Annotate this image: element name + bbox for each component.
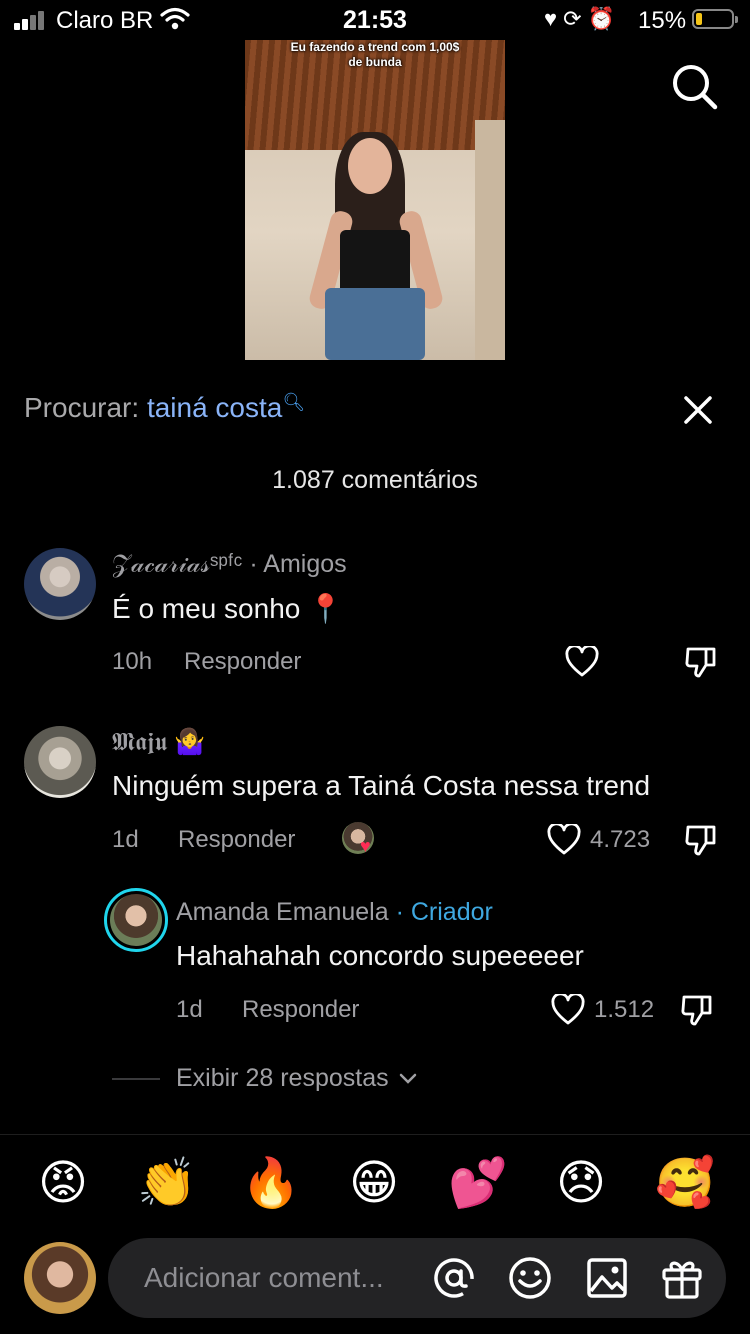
avatar[interactable]	[24, 726, 96, 798]
comment-text: Ninguém supera a Tainá Costa nessa trend	[112, 770, 651, 801]
comment-author-tag: · Amigos	[249, 550, 347, 578]
like-count: 4.723	[590, 826, 651, 853]
creator-liked-badge: ♥	[342, 822, 382, 858]
comment-author-name[interactable]: Amanda Emanuela	[176, 898, 389, 926]
chevron-down-icon	[399, 1074, 416, 1085]
view-replies-line	[112, 1078, 160, 1080]
emoji-fire[interactable]: 🔥	[239, 1152, 303, 1216]
comment-time: 1d	[176, 996, 203, 1023]
dislike-icon[interactable]	[680, 993, 714, 1027]
emoji-angry[interactable]: 😡	[31, 1152, 95, 1216]
rotation-lock-icon: ⟳	[563, 6, 588, 31]
reply-button[interactable]: Responder	[178, 826, 295, 854]
emoji-love[interactable]: 🥰	[653, 1152, 717, 1216]
heart-status-icon: ♥	[544, 6, 564, 31]
emoji-bar: 😡 👏 🔥 😁 💕 😞 🥰	[0, 1152, 750, 1216]
reply-button[interactable]: Responder	[184, 648, 301, 676]
search-prefix: Procurar:	[24, 392, 140, 423]
creator-tag: · Criador	[395, 898, 493, 926]
comment-author-name[interactable]: 𝕸𝖆𝖏𝖚 🤷‍♀️	[112, 728, 205, 756]
emoji-sad[interactable]: 😞	[549, 1152, 613, 1216]
reply-button[interactable]: Responder	[242, 996, 359, 1024]
creator-avatar-ring[interactable]	[104, 888, 168, 952]
view-replies-button[interactable]: Exibir 28 respostas	[176, 1064, 418, 1093]
heart-icon[interactable]	[565, 646, 599, 678]
heart-badge-icon: ♥	[360, 836, 371, 856]
avatar[interactable]	[24, 548, 96, 620]
view-replies-label: Exibir 28 respostas	[176, 1064, 389, 1092]
search-suggestion[interactable]: Procurar: tainá costa🔍︎	[24, 392, 305, 424]
video-caption-line1: Eu fazendo a trend com 1,00$	[290, 40, 460, 54]
heart-icon[interactable]	[547, 824, 581, 856]
comment-text: É o meu sonho 📍	[112, 593, 343, 624]
comment-text: Hahahahah concordo supeeeeer	[176, 940, 584, 971]
alarm-icon: ⏰	[587, 6, 621, 31]
heart-icon[interactable]	[551, 994, 585, 1026]
battery-percent: 15%	[638, 7, 687, 34]
user-avatar	[24, 1242, 96, 1314]
comment-author[interactable]: 𝒵𝒶𝒸𝒶𝓇𝒾𝒶𝓈ˢᵖᶠᶜ · Amigos	[112, 550, 347, 579]
status-icons: ♥⟳⏰	[544, 6, 621, 32]
video-caption-line2: de bunda	[348, 55, 402, 69]
comment-input[interactable]: Adicionar coment...	[144, 1262, 384, 1294]
mention-icon[interactable]	[432, 1256, 476, 1300]
image-icon[interactable]	[586, 1257, 628, 1299]
comment-author[interactable]: 𝕸𝖆𝖏𝖚 🤷‍♀️	[112, 728, 205, 757]
comment-time: 10h	[112, 648, 153, 675]
comment-count: 1.087 comentários	[272, 466, 478, 494]
dislike-icon[interactable]	[684, 645, 718, 679]
search-term[interactable]: tainá costa	[147, 392, 282, 423]
gift-icon[interactable]	[660, 1256, 704, 1300]
close-icon[interactable]	[680, 392, 716, 428]
like-count: 1.512	[594, 996, 655, 1023]
search-icon[interactable]	[670, 62, 720, 112]
avatar[interactable]	[110, 894, 162, 946]
dislike-icon[interactable]	[684, 823, 718, 857]
comment-author-name[interactable]: 𝒵𝒶𝒸𝒶𝓇𝒾𝒶𝓈ˢᵖᶠᶜ	[112, 550, 242, 578]
emoji-grin[interactable]: 😁	[342, 1152, 406, 1216]
search-small-icon: 🔍︎	[282, 392, 306, 412]
video-thumbnail[interactable]: Eu fazendo a trend com 1,00$ de bunda	[245, 40, 505, 360]
comment-time: 1d	[112, 826, 139, 853]
status-bar: Claro BR 21:53 ♥⟳⏰ 15%	[0, 0, 750, 40]
divider	[0, 1134, 750, 1135]
comment-author[interactable]: Amanda Emanuela · Criador	[176, 898, 493, 927]
emoji-icon[interactable]	[508, 1256, 552, 1300]
emoji-hearts[interactable]: 💕	[446, 1152, 510, 1216]
battery-icon	[692, 9, 738, 29]
video-caption: Eu fazendo a trend com 1,00$ de bunda	[245, 40, 505, 70]
emoji-clap[interactable]: 👏	[135, 1152, 199, 1216]
